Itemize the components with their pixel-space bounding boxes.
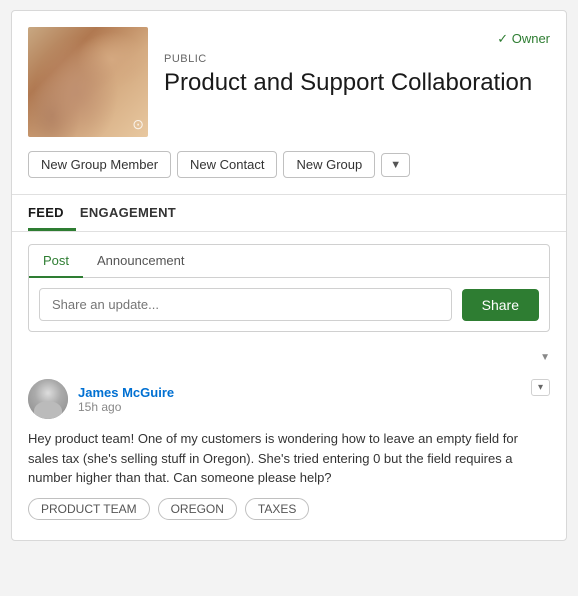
new-group-member-button[interactable]: New Group Member xyxy=(28,151,171,178)
post-input-row: Share xyxy=(29,278,549,331)
tab-feed[interactable]: FEED xyxy=(28,195,76,231)
post-header: James McGuire 15h ago ▾ xyxy=(28,379,550,419)
post-tab-post[interactable]: Post xyxy=(29,245,83,278)
author-info: James McGuire 15h ago xyxy=(78,385,174,414)
post-author: James McGuire 15h ago xyxy=(28,379,174,419)
filter-row: ▼ xyxy=(28,348,550,371)
tag-product-team[interactable]: PRODUCT TEAM xyxy=(28,498,150,520)
group-header: ⊙ ✓ Owner PUBLIC Product and Support Col… xyxy=(12,11,566,190)
tag-oregon[interactable]: OREGON xyxy=(158,498,237,520)
post-tab-announcement[interactable]: Announcement xyxy=(83,245,198,278)
post-type-tabs: Post Announcement xyxy=(29,245,549,278)
author-name[interactable]: James McGuire xyxy=(78,385,174,400)
share-button[interactable]: Share xyxy=(462,289,539,321)
post-box: Post Announcement Share xyxy=(28,244,550,332)
action-buttons: New Group Member New Contact New Group ▼ xyxy=(28,151,550,178)
public-label: PUBLIC xyxy=(164,53,550,65)
group-title: Product and Support Collaboration xyxy=(164,69,550,98)
post-body: Hey product team! One of my customers is… xyxy=(28,429,550,488)
avatar xyxy=(28,379,68,419)
group-image: ⊙ xyxy=(28,27,148,137)
tag-taxes[interactable]: TAXES xyxy=(245,498,309,520)
header-info: ✓ Owner PUBLIC Product and Support Colla… xyxy=(164,27,550,98)
tab-engagement[interactable]: ENGAGEMENT xyxy=(80,195,188,231)
filter-icon[interactable]: ▼ xyxy=(540,352,550,363)
owner-badge: ✓ Owner xyxy=(164,31,550,47)
feed-section: Post Announcement Share ▼ James McGuire … xyxy=(12,231,566,540)
main-tabs: FEED ENGAGEMENT xyxy=(12,194,566,231)
dropdown-button[interactable]: ▼ xyxy=(381,153,410,177)
share-update-input[interactable] xyxy=(39,288,452,321)
new-group-button[interactable]: New Group xyxy=(283,151,375,178)
new-contact-button[interactable]: New Contact xyxy=(177,151,277,178)
post-tags: PRODUCT TEAM OREGON TAXES xyxy=(28,498,550,520)
post-time: 15h ago xyxy=(78,400,174,414)
post-menu-button[interactable]: ▾ xyxy=(531,379,550,396)
main-card: ⊙ ✓ Owner PUBLIC Product and Support Col… xyxy=(11,10,567,541)
camera-icon: ⊙ xyxy=(132,116,144,133)
post-item: James McGuire 15h ago ▾ Hey product team… xyxy=(28,371,550,528)
